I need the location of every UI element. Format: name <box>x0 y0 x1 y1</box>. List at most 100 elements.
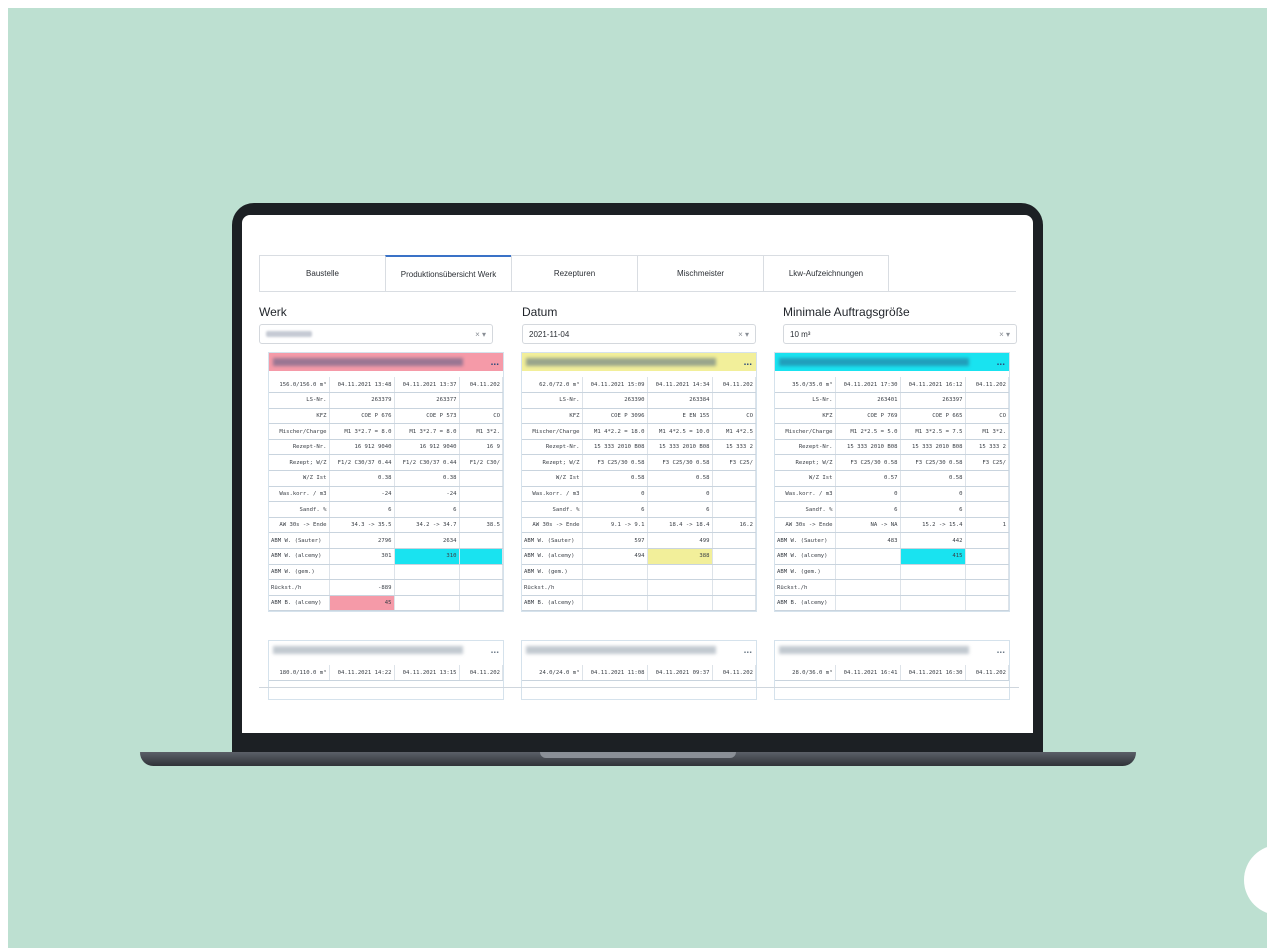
table-cell: M1 3*2. <box>459 423 503 440</box>
tab-rezepturen[interactable]: Rezepturen <box>511 255 637 292</box>
table-cell: CO <box>712 408 756 425</box>
card-header[interactable]: ... <box>269 353 503 371</box>
table-cell: 2634 <box>394 532 460 550</box>
order-card[interactable]: ... 35.0/35.0 m³ 04.11.2021 17:30 04.11.202… <box>774 352 1010 613</box>
row-label: ABM B. (alcemy) <box>269 595 330 612</box>
table-row: Mischer/Charge M1 2*2.5 = 5.0 M1 3*2.5 = 7… <box>775 423 1009 440</box>
row-label: ABM W. (alcemy) <box>775 548 836 565</box>
card-header[interactable]: ... <box>522 353 756 371</box>
tab-produktionsuebersicht-werk[interactable]: Produktionsübersicht Werk <box>385 255 511 292</box>
tab-mischmeister[interactable]: Mischmeister <box>637 255 763 292</box>
order-card[interactable]: ... 180.0/110.0 m³ 04.11.2021 14:22 04.11.2… <box>268 640 504 700</box>
order-card[interactable]: ... 28.0/36.0 m³ 04.11.2021 16:41 04.11.202… <box>774 640 1010 700</box>
table-cell: M1 4*2.5 <box>712 423 756 440</box>
row-label: ABM W. (gem.) <box>775 563 836 581</box>
table-row: Rückst./h <box>775 579 1009 596</box>
chevron-down-icon[interactable]: ▾ <box>745 330 749 339</box>
table-row: AW 30s -> Ende 34.3 -> 35.5 34.2 -> 34.7 38… <box>269 517 503 534</box>
table-cell: 483 <box>835 532 901 550</box>
table-cell: 04.11.2021 14:34 <box>647 377 713 394</box>
table-row: ABM W. (alcemy) 301 310 <box>269 548 503 565</box>
card-header[interactable]: ... <box>522 641 756 659</box>
table-row: LS-Nr. 263379 263377 <box>269 392 503 409</box>
table-row: AW 30s -> Ende NA -> NA 15.2 -> 15.4 1 <box>775 517 1009 534</box>
chevron-down-icon[interactable]: ▾ <box>482 330 486 339</box>
order-card[interactable]: ... 156.0/156.0 m³ 04.11.2021 13:48 04.11.2… <box>268 352 504 613</box>
row-label: ABM W. (alcemy) <box>269 548 330 565</box>
min-size-select[interactable]: 10 m³ × ▾ <box>783 324 1017 344</box>
row-label: W/Z Ist <box>775 470 836 487</box>
table-row: 180.0/110.0 m³ 04.11.2021 14:22 04.11.2021… <box>269 665 503 682</box>
row-label: 180.0/110.0 m³ <box>269 665 330 682</box>
chevron-down-icon[interactable]: ▾ <box>1006 330 1010 339</box>
table-row: Rezept; W/Z F1/2 C30/37 0.44 F1/2 C30/37 0… <box>269 454 503 472</box>
table-cell: CO <box>459 408 503 425</box>
card-header[interactable]: ... <box>269 641 503 659</box>
card-title-ellipsis: ... <box>743 644 752 656</box>
table-row: KFZ COE P 3096 E EN 155 CO <box>522 408 756 425</box>
row-label: Rezept; W/Z <box>269 454 330 472</box>
table-row: Was.korr. / m3 0 0 <box>775 486 1009 503</box>
table-cell: 04.11.202 <box>712 377 756 394</box>
order-card[interactable]: ... 24.0/24.0 m³ 04.11.2021 11:08 04.11.202… <box>521 640 757 700</box>
clear-icon[interactable]: × <box>738 330 743 339</box>
table-cell: COE P 573 <box>394 408 460 425</box>
production-table: 28.0/36.0 m³ 04.11.2021 16:41 04.11.2021 1… <box>775 665 1009 682</box>
table-row: 24.0/24.0 m³ 04.11.2021 11:08 04.11.2021 0… <box>522 665 756 682</box>
production-table: 62.0/72.0 m³ 04.11.2021 15:09 04.11.2021 1… <box>522 377 756 612</box>
table-row: AW 30s -> Ende 9.1 -> 9.1 18.4 -> 18.4 16.2 <box>522 517 756 534</box>
table-cell: 04.11.202 <box>459 377 503 394</box>
table-cell: 04.11.2021 13:48 <box>329 377 395 394</box>
table-cell: M1 3*2.7 = 8.0 <box>394 423 460 440</box>
table-row: ABM W. (gem.) <box>775 563 1009 581</box>
row-label: W/Z Ist <box>522 470 583 487</box>
table-cell: 310 <box>394 548 460 565</box>
table-cell: 6 <box>835 501 901 518</box>
table-cell: COE P 676 <box>329 408 395 425</box>
row-label: AW 30s -> Ende <box>269 517 330 534</box>
table-cell: E EN 155 <box>647 408 713 425</box>
card-title-redacted <box>273 646 463 654</box>
werk-select-controls[interactable]: × ▾ <box>475 330 486 339</box>
table-cell: F1/2 C30/ <box>459 454 503 472</box>
row-label: 24.0/24.0 m³ <box>522 665 583 682</box>
table-row: Rückst./h -889 <box>269 579 503 596</box>
table-cell: -24 <box>329 486 395 503</box>
tab-lkw-aufzeichnungen[interactable]: Lkw-Aufzeichnungen <box>763 255 889 292</box>
row-label: W/Z Ist <box>269 470 330 487</box>
min-size-select-controls[interactable]: × ▾ <box>999 330 1010 339</box>
row-label: Rückst./h <box>269 579 330 596</box>
card-header[interactable]: ... <box>775 641 1009 659</box>
row-label: Rezept-Nr. <box>269 439 330 456</box>
table-cell: 15 333 2010 B08 <box>647 439 713 456</box>
card-header[interactable]: ... <box>775 353 1009 371</box>
datum-value: 2021-11-04 <box>529 329 570 339</box>
row-label: KFZ <box>269 408 330 425</box>
row-label: ABM W. (gem.) <box>522 563 583 581</box>
datum-select-controls[interactable]: × ▾ <box>738 330 749 339</box>
table-cell: M1 3*2. <box>965 423 1009 440</box>
datum-filter: Datum 2021-11-04 × ▾ <box>522 305 756 344</box>
production-table: 35.0/35.0 m³ 04.11.2021 17:30 04.11.2021 1… <box>775 377 1009 612</box>
table-cell <box>394 595 460 612</box>
table-cell: M1 2*2.5 = 5.0 <box>835 423 901 440</box>
table-cell <box>712 563 756 581</box>
werk-select[interactable]: × ▾ <box>259 324 493 344</box>
production-table: 24.0/24.0 m³ 04.11.2021 11:08 04.11.2021 0… <box>522 665 756 682</box>
row-label: 28.0/36.0 m³ <box>775 665 836 682</box>
table-cell: 04.11.2021 16:41 <box>835 665 901 682</box>
table-cell <box>329 563 395 581</box>
datum-select[interactable]: 2021-11-04 × ▾ <box>522 324 756 344</box>
table-cell <box>582 563 648 581</box>
table-cell <box>712 392 756 409</box>
tab-baustelle[interactable]: Baustelle <box>259 255 385 292</box>
clear-icon[interactable]: × <box>999 330 1004 339</box>
row-label: ABM W. (Sauter) <box>269 532 330 550</box>
table-row: KFZ COE P 676 COE P 573 CO <box>269 408 503 425</box>
clear-icon[interactable]: × <box>475 330 480 339</box>
row-label: ABM W. (alcemy) <box>522 548 583 565</box>
table-row: ABM B. (alcemy) <box>775 595 1009 612</box>
table-cell: 16 912 9040 <box>394 439 460 456</box>
table-cell: 04.11.2021 11:08 <box>582 665 648 682</box>
order-card[interactable]: ... 62.0/72.0 m³ 04.11.2021 15:09 04.11.202… <box>521 352 757 613</box>
